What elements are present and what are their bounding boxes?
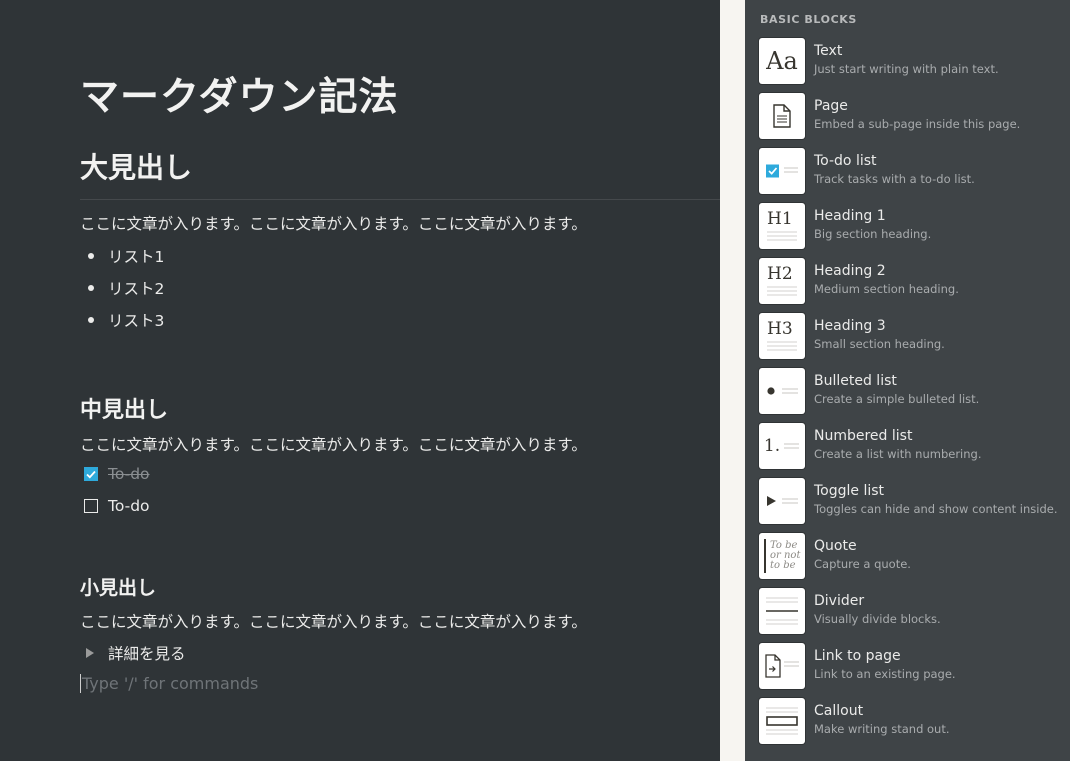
todo-label: To-do [108,465,150,483]
menu-item-bulleted-list[interactable]: Bulleted list Create a simple bulleted l… [759,368,1064,416]
menu-item-description: Small section heading. [814,337,945,351]
menu-item-heading-3[interactable]: H3 Heading 3 Small section heading. [759,313,1064,361]
menu-item-description: Medium section heading. [814,282,959,296]
menu-item-toggle-list[interactable]: Toggle list Toggles can hide and show co… [759,478,1064,526]
empty-block-input[interactable]: Type '/' for commands [80,674,258,693]
heading-2-icon: H2 [759,258,805,304]
menu-item-description: Make writing stand out. [814,722,950,736]
toggle-list-icon [759,478,805,524]
slash-command-menu[interactable]: BASIC BLOCKS Aa Text Just start writing … [745,0,1070,761]
menu-item-description: Create a list with numbering. [814,447,982,461]
menu-item-link-to-page[interactable]: Link to page Link to an existing page. [759,643,1064,691]
menu-item-title: Heading 3 [814,318,886,334]
editor-area[interactable]: マークダウン記法 大見出し ここに文章が入ります。ここに文章が入ります。ここに文… [0,0,720,761]
menu-item-divider[interactable]: Divider Visually divide blocks. [759,588,1064,636]
text-icon: Aa [759,38,805,84]
menu-item-heading-1[interactable]: H1 Heading 1 Big section heading. [759,203,1064,251]
menu-item-description: Embed a sub-page inside this page. [814,117,1021,131]
bullet-icon [88,316,94,323]
menu-item-title: Link to page [814,648,901,664]
heading-3-block[interactable]: 小見出し [80,573,156,600]
bulleted-list-item[interactable]: リスト2 [88,277,164,299]
menu-item-title: Heading 2 [814,263,886,279]
menu-item-title: Bulleted list [814,373,897,389]
menu-item-description: Track tasks with a to-do list. [814,172,975,186]
toggle-block[interactable]: 詳細を見る [86,642,186,664]
menu-item-description: Capture a quote. [814,557,911,571]
heading-1-icon: H1 [759,203,805,249]
heading-divider [80,199,720,200]
menu-item-title: Callout [814,703,864,719]
toggle-label: 詳細を見る [108,645,186,663]
todo-list-icon [759,148,805,194]
divider-icon [759,588,805,634]
menu-item-numbered-list[interactable]: 1. Numbered list Create a list with numb… [759,423,1064,471]
menu-item-description: Create a simple bulleted list. [814,392,980,406]
page-icon [759,93,805,139]
list-item-label: リスト2 [108,280,165,298]
list-item-label: リスト3 [108,312,165,330]
paragraph-block[interactable]: ここに文章が入ります。ここに文章が入ります。ここに文章が入ります。 [80,433,587,455]
toggle-triangle-icon[interactable] [86,648,94,658]
todo-label: To-do [108,497,150,515]
checkbox-unchecked[interactable] [84,499,98,513]
bullet-icon [88,284,94,291]
bullet-icon [88,252,94,259]
bulleted-list-item[interactable]: リスト1 [88,245,164,267]
menu-item-heading-2[interactable]: H2 Heading 2 Medium section heading. [759,258,1064,306]
callout-icon [759,698,805,744]
todo-item[interactable]: To-do [84,465,150,483]
numbered-list-icon: 1. [759,423,805,469]
menu-item-title: Page [814,98,848,114]
menu-item-title: Text [814,43,843,59]
heading-1-block[interactable]: 大見出し [80,146,192,186]
menu-item-title: Numbered list [814,428,913,444]
todo-item[interactable]: To-do [84,497,150,515]
window-gap [720,0,745,761]
menu-item-callout[interactable]: Callout Make writing stand out. [759,698,1064,746]
menu-item-description: Just start writing with plain text. [814,62,999,76]
menu-item-description: Big section heading. [814,227,932,241]
menu-item-page[interactable]: Page Embed a sub-page inside this page. [759,93,1064,141]
menu-item-text[interactable]: Aa Text Just start writing with plain te… [759,38,1064,86]
checkbox-checked[interactable] [84,467,98,481]
check-icon [86,470,96,478]
menu-item-description: Toggles can hide and show content inside… [814,502,1058,516]
placeholder-text: Type '/' for commands [82,674,259,693]
heading-3-icon: H3 [759,313,805,359]
menu-item-description: Link to an existing page. [814,667,956,681]
bulleted-list-icon [759,368,805,414]
menu-item-title: Toggle list [814,483,885,499]
paragraph-block[interactable]: ここに文章が入ります。ここに文章が入ります。ここに文章が入ります。 [80,610,587,632]
heading-2-block[interactable]: 中見出し [80,392,168,424]
menu-item-title: To-do list [814,153,877,169]
paragraph-block[interactable]: ここに文章が入ります。ここに文章が入ります。ここに文章が入ります。 [80,212,587,234]
list-item-label: リスト1 [108,248,165,266]
page-title[interactable]: マークダウン記法 [80,66,398,122]
menu-item-description: Visually divide blocks. [814,612,941,626]
menu-item-todo-list[interactable]: To-do list Track tasks with a to-do list… [759,148,1064,196]
bulleted-list-item[interactable]: リスト3 [88,309,164,331]
quote-icon: To be or not to be [759,533,805,579]
menu-item-title: Divider [814,593,865,609]
text-caret [80,674,81,693]
menu-item-title: Quote [814,538,857,554]
link-to-page-icon [759,643,805,689]
menu-item-quote[interactable]: To be or not to be Quote Capture a quote… [759,533,1064,581]
menu-item-title: Heading 1 [814,208,886,224]
section-label: BASIC BLOCKS [760,13,857,26]
